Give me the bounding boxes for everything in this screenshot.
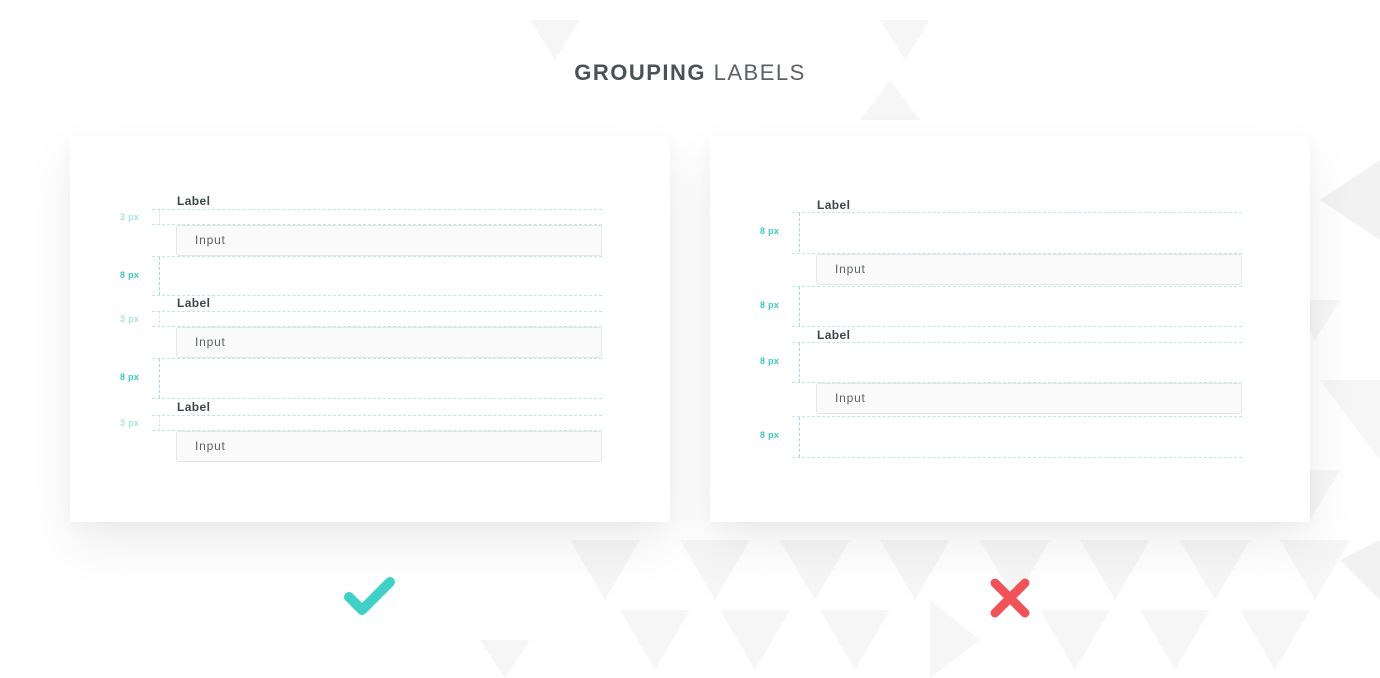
spacing-label: 8 px — [760, 300, 780, 310]
guide-line — [792, 342, 1242, 343]
spacing-label: 8 px — [120, 372, 140, 382]
spacing-label: 8 px — [760, 226, 780, 236]
guide-line — [152, 358, 602, 359]
guide-line — [159, 257, 160, 295]
text-input[interactable]: Input — [816, 383, 1242, 414]
spacing-label: 8 px — [760, 356, 780, 366]
spacing-label: 3 px — [120, 212, 140, 222]
guide-line — [159, 210, 160, 225]
guide-line — [792, 326, 1242, 327]
guide-line — [792, 416, 1242, 417]
guide-line — [159, 312, 160, 327]
field-label: Label — [177, 400, 211, 414]
title-bold: GROUPING — [574, 60, 706, 85]
guide-line — [152, 256, 602, 257]
field-label: Label — [177, 194, 211, 208]
title-light: LABELS — [713, 60, 806, 85]
field-label: Label — [817, 328, 851, 342]
field-label: Label — [817, 198, 851, 212]
guide-line — [799, 343, 800, 382]
spacing-label: 3 px — [120, 314, 140, 324]
text-input[interactable]: Input — [176, 327, 602, 358]
guide-line — [152, 311, 602, 312]
guide-line — [159, 359, 160, 398]
text-input[interactable]: Input — [176, 225, 602, 256]
good-example-panel: Label 3 px Input 8 px Label 3 px Input 8… — [70, 136, 670, 522]
spacing-label: 3 px — [120, 418, 140, 428]
cross-icon — [990, 578, 1030, 618]
guide-line — [152, 415, 602, 416]
text-input[interactable]: Input — [816, 254, 1242, 285]
spacing-label: 8 px — [120, 270, 140, 280]
bad-example-panel: Label 8 px Input 8 px Label 8 px Input 8… — [710, 136, 1310, 522]
guide-line — [152, 295, 602, 296]
guide-line — [792, 286, 1242, 287]
guide-line — [152, 398, 602, 399]
guide-line — [159, 416, 160, 431]
guide-line — [799, 417, 800, 457]
check-icon — [344, 577, 395, 615]
guide-line — [792, 212, 1242, 213]
guide-line — [799, 213, 800, 252]
page-title: GROUPING LABELS — [0, 60, 1380, 86]
field-label: Label — [177, 296, 211, 310]
text-input[interactable]: Input — [176, 431, 602, 462]
guide-line — [792, 457, 1242, 458]
guide-line — [152, 209, 602, 210]
spacing-label: 8 px — [760, 430, 780, 440]
guide-line — [799, 287, 800, 326]
